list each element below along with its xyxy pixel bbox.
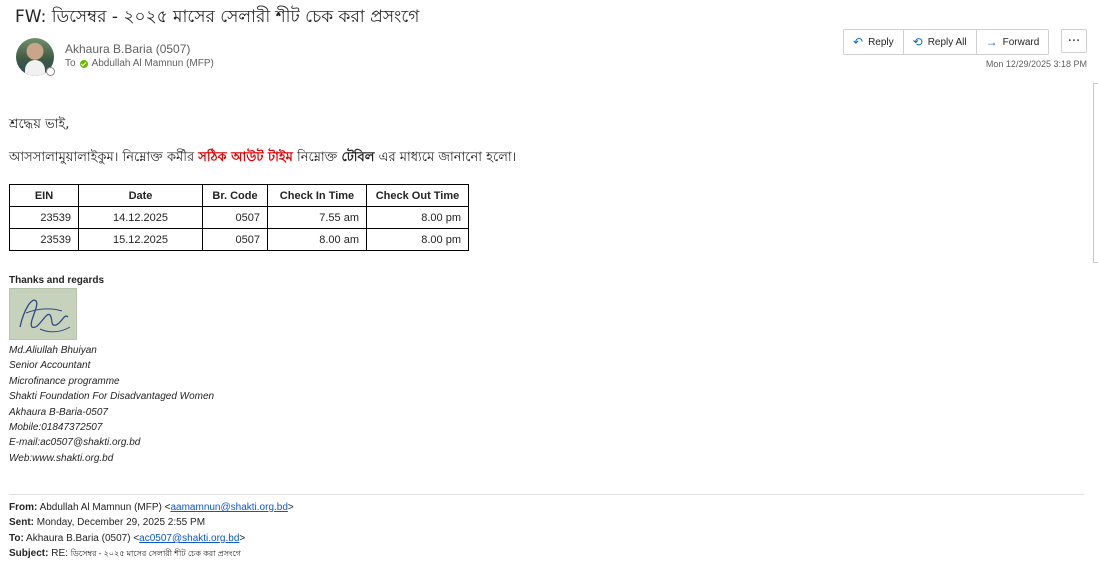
closing-thanks: Thanks and regards [9, 275, 105, 286]
avatar-status-icon [46, 67, 55, 76]
body-text-3: এর মাধ্যমে জানানো হলো। [374, 150, 517, 165]
reply-all-arrow-icon: ⟲ [912, 35, 923, 49]
cell-check-in: 7.55 am [267, 206, 367, 229]
forwarded-subject: Subject: RE: ডিসেম্বর - ২০২৫ মাসের সেলার… [9, 546, 294, 561]
signature-block: Md.Aliullah Bhuiyan Senior Accountant Mi… [9, 343, 214, 466]
subject-prefix: RE: [51, 548, 68, 560]
header-date: Date [78, 184, 203, 207]
to-name: Akhaura B.Baria (0507) < [26, 532, 140, 544]
cell-check-in: 8.00 am [267, 228, 367, 251]
checkin-table: EIN Date Br. Code Check In Time Check Ou… [9, 184, 469, 251]
header-check-out: Check Out Time [366, 184, 469, 207]
from-label: From: [9, 502, 38, 513]
sent-label: Sent: [9, 517, 34, 529]
more-actions-button[interactable]: ··· [1061, 29, 1087, 53]
message-actions: ↶ Reply ⟲ Reply All → Forward [843, 29, 1050, 55]
from-email-link[interactable]: aamamnun@shakti.org.bd [170, 502, 287, 513]
table-row: 23539 14.12.2025 0507 7.55 am 8.00 pm [9, 206, 469, 229]
from-close: > [287, 502, 294, 513]
handwritten-signature [9, 288, 77, 340]
signature-email: E-mail:ac0507@shakti.org.bd [9, 437, 141, 449]
subject-label: Subject: [9, 548, 49, 560]
email-subject: FW: ডিসেম্বর - ২০২৫ মাসের সেলারী শীট চেক… [15, 7, 420, 27]
reply-label: Reply [868, 36, 894, 48]
body-text-2: নিম্নোক্ত [292, 150, 342, 165]
reply-all-button[interactable]: ⟲ Reply All [904, 30, 977, 54]
forward-divider [9, 494, 1084, 495]
signature-title: Senior Accountant [9, 360, 91, 372]
header-check-in: Check In Time [267, 184, 367, 207]
reply-all-label: Reply All [927, 36, 967, 48]
table-header-row: EIN Date Br. Code Check In Time Check Ou… [9, 184, 469, 207]
cell-br-code: 0507 [202, 206, 268, 229]
cell-ein: 23539 [9, 206, 79, 229]
cell-date: 14.12.2025 [78, 206, 203, 229]
body-message: আসসালামুয়ালাইকুম। নিম্নোক্ত কর্মীর সঠিক… [9, 148, 516, 169]
forward-button[interactable]: → Forward [977, 30, 1049, 54]
reading-pane-scrollbar[interactable] [1093, 83, 1098, 263]
to-label: To [65, 58, 76, 69]
signature-name: Md.Aliullah Bhuiyan [9, 345, 97, 356]
recipient-name[interactable]: Abdullah Al Mamnun (MFP) [92, 58, 214, 69]
signature-mobile: Mobile:01847372507 [9, 422, 103, 434]
available-check-icon [79, 59, 88, 68]
to-label-fwd: To: [9, 532, 24, 544]
body-text-1: আসসালামুয়ালাইকুম। নিম্নোক্ত কর্মীর [9, 150, 199, 165]
forward-label: Forward [1002, 36, 1040, 48]
reply-button[interactable]: ↶ Reply [844, 30, 904, 54]
forwarded-sent: Sent: Monday, December 29, 2025 2:55 PM [9, 515, 294, 530]
cell-check-out: 8.00 pm [366, 228, 469, 251]
forwarded-to: To: Akhaura B.Baria (0507) <ac0507@shakt… [9, 531, 294, 546]
sent-value: Monday, December 29, 2025 2:55 PM [36, 517, 206, 529]
to-close: > [239, 532, 246, 544]
body-highlight: সঠিক আউট টাইম [198, 150, 293, 165]
signature-organization: Shakti Foundation For Disadvantaged Wome… [9, 391, 215, 403]
cell-date: 15.12.2025 [78, 228, 203, 251]
cell-check-out: 8.00 pm [366, 206, 469, 229]
to-email-link[interactable]: ac0507@shakti.org.bd [139, 533, 239, 544]
header-ein: EIN [9, 184, 79, 207]
sender-name[interactable]: Akhaura B.Baria (0507) [65, 42, 190, 56]
from-name: Abdullah Al Mamnun (MFP) < [39, 502, 171, 513]
cell-ein: 23539 [9, 228, 79, 251]
forward-arrow-icon: → [985, 35, 998, 49]
recipient-line: To Abdullah Al Mamnun (MFP) [65, 58, 214, 69]
signature-branch: Akhaura B-Baria-0507 [9, 406, 108, 418]
cell-br-code: 0507 [202, 228, 268, 251]
subject-value: ডিসেম্বর - ২০২৫ মাসের সেলারী শীট চেক করা… [70, 549, 241, 559]
body-bold: টেবিল [341, 150, 375, 165]
signature-web: Web:www.shakti.org.bd [9, 452, 114, 464]
signature-department: Microfinance programme [9, 375, 120, 387]
reply-arrow-icon: ↶ [853, 35, 864, 49]
greeting: শ্রদ্ধেয় ভাই, [9, 117, 70, 132]
forwarded-header: From: Abdullah Al Mamnun (MFP) <aamamnun… [9, 500, 294, 562]
table-row: 23539 15.12.2025 0507 8.00 am 8.00 pm [9, 228, 469, 251]
received-timestamp: Mon 12/29/2025 3:18 PM [985, 59, 1087, 69]
forwarded-from: From: Abdullah Al Mamnun (MFP) <aamamnun… [9, 500, 294, 515]
header-br-code: Br. Code [202, 184, 268, 207]
